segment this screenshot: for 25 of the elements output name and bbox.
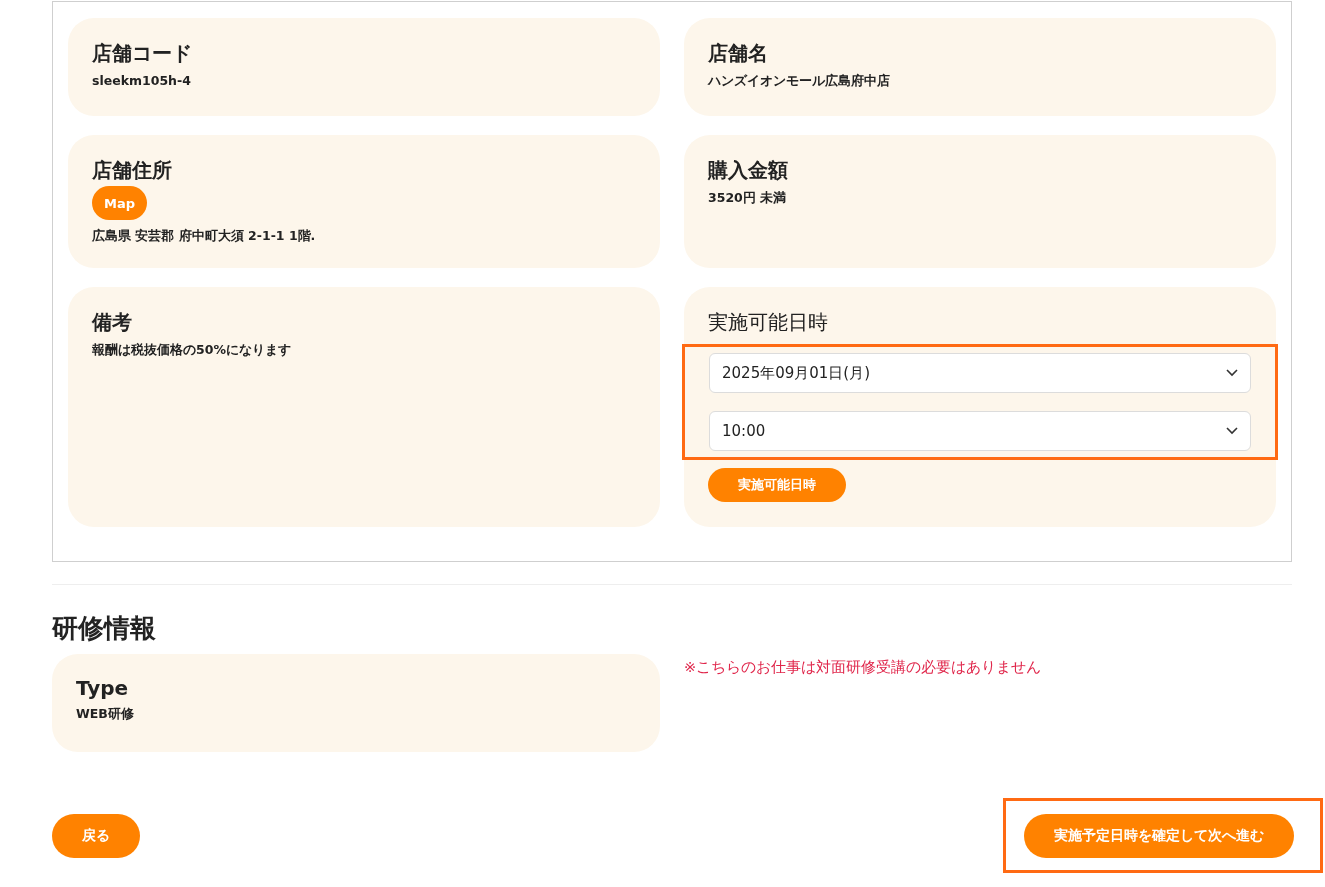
card-value: sleekm105h-4 xyxy=(92,73,191,88)
section-heading: 研修情報 xyxy=(52,612,157,645)
card-value: 広島県 安芸郡 府中町大須 2-1-1 1階. xyxy=(92,228,316,245)
card-title: Type xyxy=(76,676,129,700)
submit-button[interactable]: 実施予定日時を確定して次へ進む xyxy=(1024,814,1294,858)
select-field[interactable]: 10:00 xyxy=(709,411,1251,451)
card-title: 購入金額 xyxy=(708,157,788,184)
availability-button[interactable]: 実施可能日時 xyxy=(708,468,846,502)
select-value: 2025年09月01日(月) xyxy=(722,363,871,383)
select-field[interactable]: 2025年09月01日(月) xyxy=(709,353,1251,393)
training-note: ※こちらのお仕事は対面研修受講の必要はありません xyxy=(684,658,1043,677)
back-button[interactable]: 戻る xyxy=(52,813,140,858)
map-button[interactable]: Map xyxy=(92,186,147,220)
chevron-down-icon xyxy=(1226,369,1238,377)
card-title: 店舗名 xyxy=(708,40,768,67)
card-value: WEB研修 xyxy=(76,706,134,723)
select-value: 10:00 xyxy=(722,422,766,440)
card-title: 実施可能日時 xyxy=(708,309,828,336)
card-title: 店舗コード xyxy=(92,40,192,67)
card-value: 報酬は税抜価格の50%になります xyxy=(92,342,291,359)
card-value: ハンズイオンモール広島府中店 xyxy=(708,73,890,90)
card-title: 備考 xyxy=(92,309,132,336)
card-value: 3520円 未満 xyxy=(708,190,787,207)
card-title: 店舗住所 xyxy=(92,157,172,184)
chevron-down-icon xyxy=(1226,427,1238,435)
